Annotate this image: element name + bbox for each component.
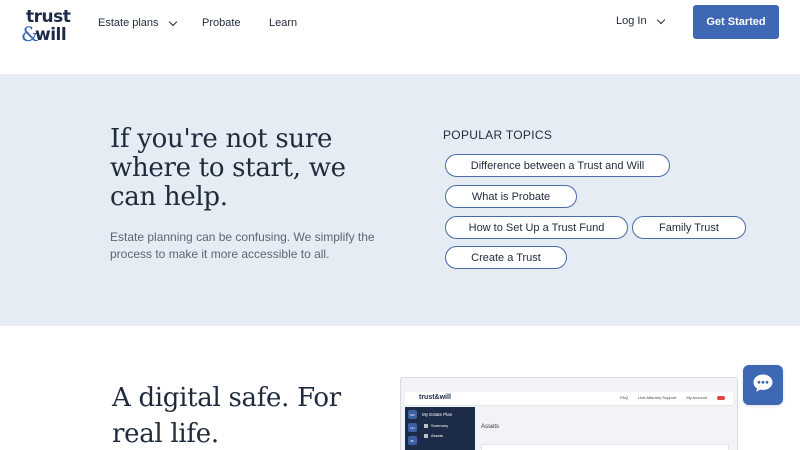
chat-bubble-icon xyxy=(752,373,774,398)
site-header: trust & will Estate plans Probate Learn … xyxy=(0,0,800,74)
trust-and-will-logo[interactable]: trust & will xyxy=(21,8,71,46)
hero-description: Estate planning can be confusing. We sim… xyxy=(110,230,375,261)
hero-heading: If you're not sure where to start, we ca… xyxy=(110,124,346,212)
nav-estate-plans-label: Estate plans xyxy=(98,17,159,29)
app-preview-toggle xyxy=(717,395,725,400)
digital-safe-heading: A digital safe. For real life. xyxy=(112,383,341,449)
app-preview-link: FAQ xyxy=(620,395,629,400)
topic-pill[interactable]: Family Trust xyxy=(632,216,746,239)
app-preview-links: FAQ Live Attorney Support My Account xyxy=(620,395,725,400)
app-preview-link: Live Attorney Support xyxy=(638,395,677,400)
app-preview-tab: CH xyxy=(408,423,417,432)
popular-topics-label: POPULAR TOPICS xyxy=(443,128,553,142)
topic-pill[interactable]: What is Probate xyxy=(445,185,577,208)
app-preview-tabs: MO CH BL xyxy=(408,410,418,449)
summary-icon xyxy=(424,423,428,428)
get-started-button[interactable]: Get Started xyxy=(693,5,779,39)
nav-learn[interactable]: Learn xyxy=(269,16,297,30)
app-preview-main-title: Assets xyxy=(481,424,500,430)
app-preview-logo: trust&will xyxy=(419,394,451,401)
login-menu[interactable]: Log In xyxy=(616,14,665,28)
topic-pill[interactable]: Difference between a Trust and Will xyxy=(445,154,670,177)
app-preview-side-item-label: Assets xyxy=(431,433,444,438)
topic-pill[interactable]: How to Set Up a Trust Fund xyxy=(445,216,628,239)
app-preview-side-item: Assets xyxy=(424,433,443,438)
app-preview-image: trust&will FAQ Live Attorney Support My … xyxy=(400,377,738,450)
chat-button[interactable] xyxy=(743,365,783,405)
app-preview-side-item: Summary xyxy=(424,423,448,428)
app-preview-topbar: trust&will FAQ Live Attorney Support My … xyxy=(405,392,733,406)
nav-probate[interactable]: Probate xyxy=(202,16,241,30)
app-preview-link: My Account xyxy=(686,395,707,400)
nav-estate-plans[interactable]: Estate plans xyxy=(98,16,177,30)
nav-learn-label: Learn xyxy=(269,17,298,29)
app-preview-sidebar: MO CH BL My Estate Plan Summary Assets xyxy=(405,407,475,450)
dollar-icon xyxy=(424,433,428,438)
help-section: If you're not sure where to start, we ca… xyxy=(0,74,800,326)
app-preview-side-title: My Estate Plan xyxy=(422,412,453,417)
app-preview-tab: MO xyxy=(408,410,417,419)
chevron-down-icon xyxy=(168,17,177,26)
nav-probate-label: Probate xyxy=(202,17,241,29)
app-preview-tab: BL xyxy=(408,436,417,445)
logo-line-2: will xyxy=(35,25,67,45)
app-preview-side-item-label: Summary xyxy=(431,423,449,428)
topic-pill[interactable]: Create a Trust xyxy=(445,246,567,269)
chevron-down-icon xyxy=(656,15,665,24)
login-label: Log In xyxy=(616,15,647,27)
app-preview-card xyxy=(481,444,729,450)
